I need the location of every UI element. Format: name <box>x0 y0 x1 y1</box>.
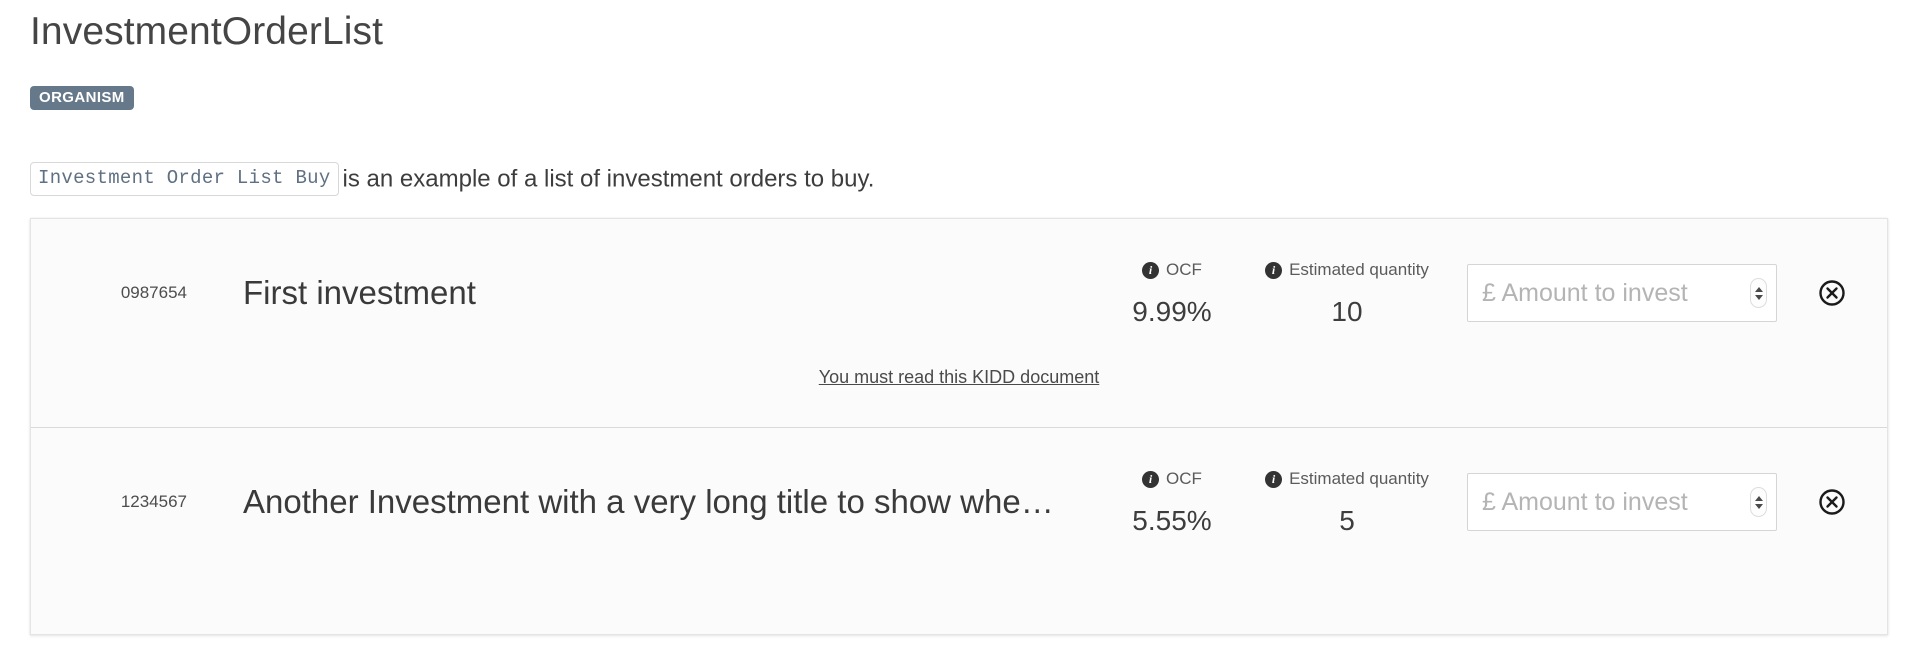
remove-order-button[interactable] <box>1817 278 1847 308</box>
kidd-document-link[interactable]: You must read this KIDD document <box>819 367 1099 388</box>
amount-input-wrapper <box>1467 264 1777 322</box>
order-row-footer: You must read this KIDD document <box>31 367 1887 427</box>
info-icon[interactable]: i <box>1265 261 1283 279</box>
ocf-value: 5.55% <box>1132 505 1212 536</box>
investment-order-list: 0987654 First investment i OCF 9.99% i E… <box>30 218 1888 635</box>
remove-column <box>1777 487 1887 517</box>
amount-column <box>1447 473 1777 531</box>
remove-column <box>1777 278 1887 308</box>
stepper-down-icon[interactable] <box>1754 294 1763 300</box>
ocf-label: OCF <box>1166 260 1202 279</box>
number-stepper[interactable] <box>1750 278 1767 308</box>
ocf-column: i OCF 9.99% <box>1097 260 1247 326</box>
ocf-header: i OCF <box>1105 469 1239 489</box>
number-stepper[interactable] <box>1750 487 1767 517</box>
story-page: InvestmentOrderList ORGANISM Investment … <box>0 0 1920 662</box>
estimated-quantity-value: 10 <box>1331 296 1363 327</box>
amount-input-wrapper <box>1467 473 1777 531</box>
estimated-quantity-header: i Estimated quantity <box>1255 469 1439 489</box>
circled-x-icon <box>1819 489 1845 515</box>
remove-order-button[interactable] <box>1817 487 1847 517</box>
order-id: 0987654 <box>120 283 187 302</box>
page-title: InvestmentOrderList <box>30 10 384 53</box>
order-row-main: 1234567 Another Investment with a very l… <box>31 428 1887 576</box>
component-name-code: Investment Order List Buy <box>30 162 339 196</box>
estimated-quantity-header: i Estimated quantity <box>1255 260 1439 280</box>
estimated-quantity-label: Estimated quantity <box>1289 469 1429 488</box>
info-icon[interactable]: i <box>1265 470 1283 488</box>
ocf-column: i OCF 5.55% <box>1097 469 1247 535</box>
amount-column <box>1447 264 1777 322</box>
order-id: 1234567 <box>120 492 187 511</box>
ocf-label: OCF <box>1166 469 1202 488</box>
order-row-main: 0987654 First investment i OCF 9.99% i E… <box>31 219 1887 367</box>
ocf-header: i OCF <box>1105 260 1239 280</box>
table-row: 1234567 Another Investment with a very l… <box>31 427 1887 634</box>
estimated-quantity-column: i Estimated quantity 5 <box>1247 469 1447 535</box>
order-name: First investment <box>243 274 476 311</box>
status-badge: ORGANISM <box>30 86 134 111</box>
badge-row: ORGANISM <box>30 86 134 111</box>
info-icon[interactable]: i <box>1142 261 1160 279</box>
story-description: Investment Order List Buy is an example o… <box>30 162 874 196</box>
stepper-up-icon[interactable] <box>1754 286 1763 292</box>
ocf-value: 9.99% <box>1132 296 1212 327</box>
description-text: is an example of a list of investment or… <box>342 165 875 193</box>
order-row-footer <box>31 576 1887 634</box>
stepper-down-icon[interactable] <box>1754 503 1763 509</box>
circled-x-icon <box>1819 280 1845 306</box>
estimated-quantity-label: Estimated quantity <box>1289 260 1429 279</box>
order-name: Another Investment with a very long titl… <box>243 483 1054 520</box>
amount-to-invest-input[interactable] <box>1467 264 1777 322</box>
amount-to-invest-input[interactable] <box>1467 473 1777 531</box>
stepper-up-icon[interactable] <box>1754 495 1763 501</box>
estimated-quantity-column: i Estimated quantity 10 <box>1247 260 1447 326</box>
estimated-quantity-value: 5 <box>1339 505 1355 536</box>
table-row: 0987654 First investment i OCF 9.99% i E… <box>31 219 1887 427</box>
info-icon[interactable]: i <box>1142 470 1160 488</box>
